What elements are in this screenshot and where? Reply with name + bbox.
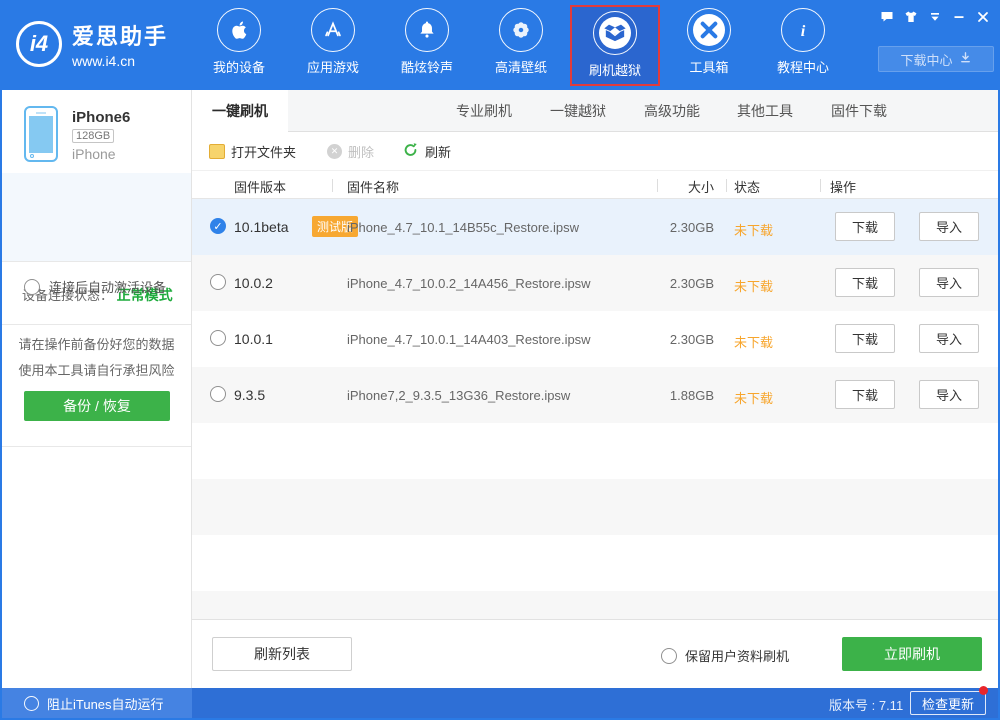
status-not-downloaded: 未下载 <box>734 279 774 294</box>
nav-my-device[interactable]: 我的设备 <box>197 8 281 84</box>
feedback-icon[interactable] <box>880 10 894 24</box>
app-logo: i4 爱思助手 www.i4.cn <box>16 19 168 69</box>
block-itunes-radio[interactable] <box>24 695 39 711</box>
keep-user-data-radio[interactable] <box>661 647 677 664</box>
refresh-button[interactable]: 刷新 <box>402 132 451 170</box>
empty-row-stripe <box>192 591 998 619</box>
firmware-toolbar: 打开文件夹 ✕ 删除 刷新 <box>192 132 998 170</box>
wallpaper-icon <box>499 8 543 52</box>
connection-status-panel: 设备连接状态： 正常模式 <box>2 173 191 303</box>
device-name: iPhone6 <box>72 109 131 126</box>
delete-button: ✕ 删除 <box>327 132 374 170</box>
close-icon[interactable] <box>976 10 990 24</box>
import-row-button[interactable]: 导入 <box>919 380 979 409</box>
device-model: iPhone <box>72 146 116 162</box>
tab-bar: 一键刷机 专业刷机 一键越狱 高级功能 其他工具 固件下载 <box>192 90 998 133</box>
block-itunes-option[interactable]: 阻止iTunes自动运行 <box>2 688 192 718</box>
firmware-row-10.0.1[interactable]: 10.0.1 iPhone_4.7_10.0.1_14A403_Restore.… <box>192 311 998 367</box>
auto-activate-option[interactable]: 连接后自动激活设备 <box>24 277 166 296</box>
info-icon: i <box>781 8 825 52</box>
update-notification-dot <box>979 686 988 695</box>
import-row-button[interactable]: 导入 <box>919 324 979 353</box>
backup-warning-text: 请在操作前备份好您的数据 使用本工具请自行承担风险 <box>18 337 175 378</box>
row-radio-selected[interactable]: ✓ <box>210 218 226 234</box>
version-number: 版本号 : 7.11 <box>829 698 904 713</box>
appstore-icon <box>311 8 355 52</box>
open-folder-button[interactable]: 打开文件夹 <box>209 132 296 170</box>
app-name: 爱思助手 <box>72 24 169 49</box>
bottom-action-bar: 刷新列表 保留用户资料刷机 立即刷机 <box>192 619 998 688</box>
apple-icon <box>217 8 261 52</box>
minimize-to-tray-icon[interactable] <box>928 10 942 24</box>
nav-wallpapers[interactable]: 高清壁纸 <box>479 8 563 84</box>
firmware-table-header: 固件版本 固件名称 大小 状态 操作 <box>192 170 998 199</box>
svg-text:i: i <box>801 22 806 40</box>
status-not-downloaded: 未下载 <box>734 391 774 406</box>
delete-icon: ✕ <box>327 143 342 159</box>
column-name: 固件名称 <box>347 180 400 195</box>
import-row-button[interactable]: 导入 <box>919 268 979 297</box>
download-center-button[interactable]: 下载中心 <box>878 46 994 72</box>
skin-icon[interactable] <box>904 10 918 24</box>
app-window: i4 爱思助手 www.i4.cn 我的设备 应用游戏 酷炫铃声 高清壁纸 刷机… <box>0 0 1000 720</box>
tab-advanced[interactable]: 高级功能 <box>632 90 712 132</box>
download-row-button[interactable]: 下载 <box>835 324 895 353</box>
tab-other-tools[interactable]: 其他工具 <box>725 90 805 132</box>
minimize-icon[interactable] <box>952 10 966 24</box>
flash-now-button[interactable]: 立即刷机 <box>842 637 982 671</box>
import-row-button[interactable]: 导入 <box>919 212 979 241</box>
logo-i4-icon: i4 <box>16 21 62 67</box>
status-not-downloaded: 未下载 <box>734 223 774 238</box>
iphone-device-icon <box>24 106 58 162</box>
toolbox-icon <box>687 8 731 52</box>
keep-user-data-option[interactable]: 保留用户资料刷机 <box>661 646 789 665</box>
status-footer: 阻止iTunes自动运行 版本号 : 7.11 检查更新 <box>2 686 998 718</box>
nav-ringtones[interactable]: 酷炫铃声 <box>385 8 469 84</box>
device-capacity-badge: 128GB <box>72 129 115 143</box>
nav-toolbox[interactable]: 工具箱 <box>667 8 751 84</box>
tab-one-click-flash[interactable]: 一键刷机 <box>192 90 288 133</box>
tab-firmware-download[interactable]: 固件下载 <box>819 90 899 132</box>
download-icon <box>959 51 972 67</box>
nav-apps-games[interactable]: 应用游戏 <box>291 8 375 84</box>
column-actions: 操作 <box>830 180 857 195</box>
row-radio[interactable] <box>210 330 226 346</box>
check-update-button[interactable]: 检查更新 <box>910 691 986 715</box>
download-row-button[interactable]: 下载 <box>835 212 895 241</box>
column-version: 固件版本 <box>234 180 287 195</box>
firmware-row-10.0.2[interactable]: 10.0.2 iPhone_4.7_10.0.2_14A456_Restore.… <box>192 255 998 311</box>
auto-activate-radio[interactable] <box>24 278 40 295</box>
firmware-row-10.1beta[interactable]: ✓ 10.1beta 测试版 iPhone_4.7_10.1_14B55c_Re… <box>192 199 998 255</box>
backup-restore-button[interactable]: 备份 / 恢复 <box>24 391 170 421</box>
row-radio[interactable] <box>210 274 226 290</box>
folder-icon <box>209 143 225 159</box>
window-controls <box>880 10 990 24</box>
tab-one-click-jailbreak[interactable]: 一键越狱 <box>538 90 618 132</box>
app-header: i4 爱思助手 www.i4.cn 我的设备 应用游戏 酷炫铃声 高清壁纸 刷机… <box>2 2 998 90</box>
refresh-icon <box>402 141 419 161</box>
app-url: www.i4.cn <box>72 53 136 69</box>
download-row-button[interactable]: 下载 <box>835 268 895 297</box>
download-row-button[interactable]: 下载 <box>835 380 895 409</box>
jailbreak-box-icon <box>593 11 637 55</box>
empty-row-stripe <box>192 479 998 535</box>
column-size: 大小 <box>687 180 714 195</box>
column-status: 状态 <box>734 180 761 195</box>
nav-flash-jailbreak[interactable]: 刷机越狱 <box>570 5 660 86</box>
bell-icon <box>405 8 449 52</box>
row-radio[interactable] <box>210 386 226 402</box>
nav-tutorials[interactable]: i 教程中心 <box>761 8 845 84</box>
sidebar: iPhone6 128GB iPhone 设备连接状态： 正常模式 连接后自动激… <box>2 90 192 688</box>
status-not-downloaded: 未下载 <box>734 335 774 350</box>
firmware-row-9.3.5[interactable]: 9.3.5 iPhone7,2_9.3.5_13G36_Restore.ipsw… <box>192 367 998 423</box>
tab-pro-flash[interactable]: 专业刷机 <box>444 90 524 132</box>
refresh-list-button[interactable]: 刷新列表 <box>212 637 352 671</box>
